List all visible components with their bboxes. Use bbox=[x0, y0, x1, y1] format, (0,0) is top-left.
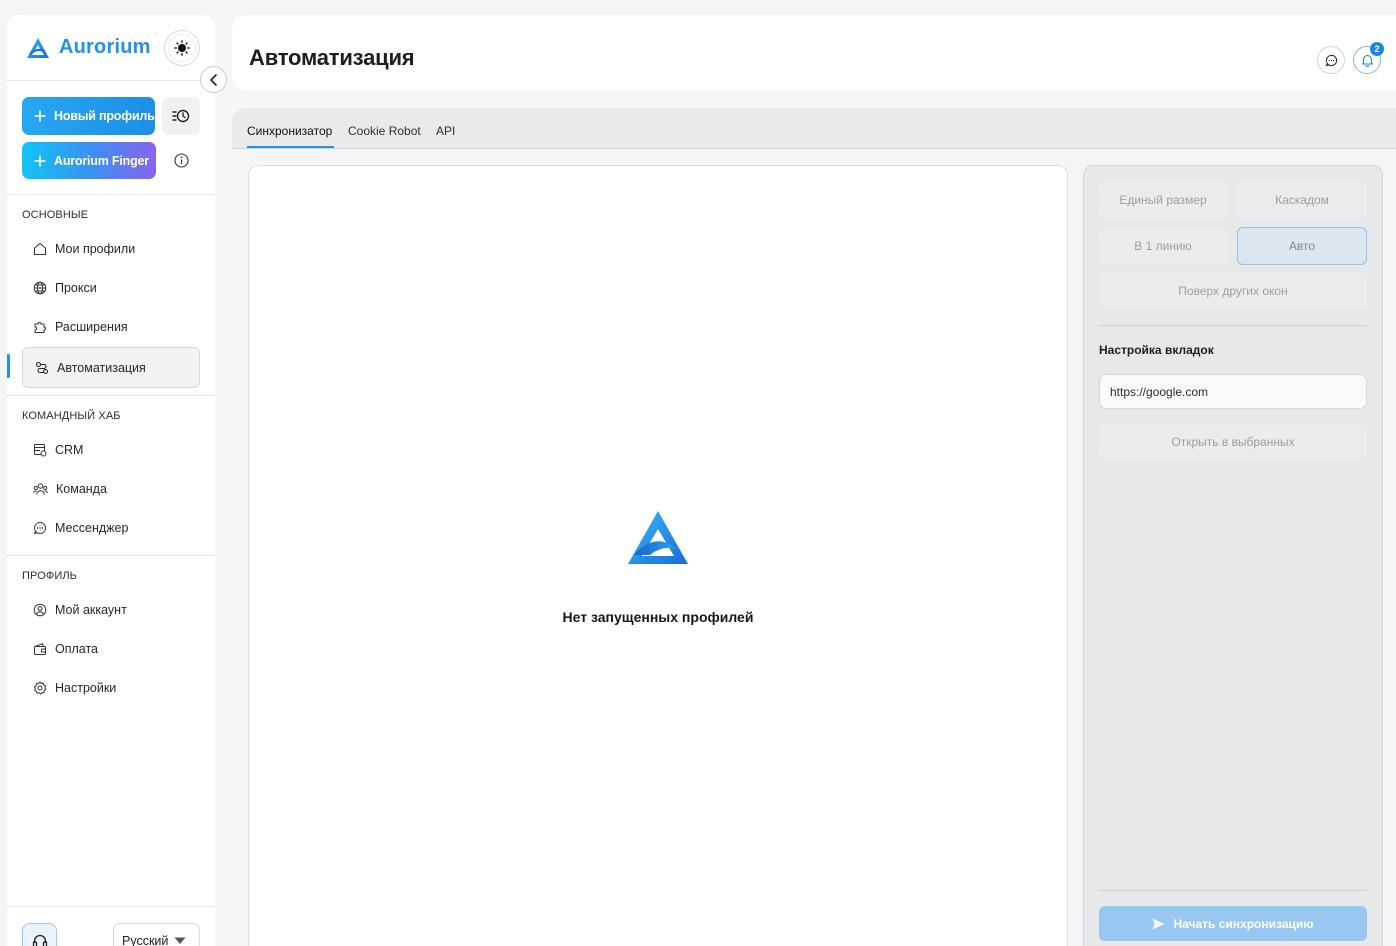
main-content: Синхронизатор Cookie Robot API Нет запущ… bbox=[232, 108, 1396, 946]
globe-icon bbox=[33, 281, 47, 295]
aurorium-logo-icon bbox=[26, 37, 50, 59]
sidebar-item-my-account[interactable]: Мой аккаунт bbox=[22, 592, 200, 628]
language-select[interactable]: Русский bbox=[113, 923, 200, 946]
sidebar-item-label: Автоматизация bbox=[57, 360, 146, 375]
sidebar-item-team[interactable]: Команда bbox=[22, 471, 200, 507]
sidebar-item-payment[interactable]: Оплата bbox=[22, 631, 200, 667]
bell-icon bbox=[1361, 53, 1374, 67]
info-icon bbox=[173, 153, 189, 168]
layout-auto-button[interactable]: Авто bbox=[1237, 227, 1367, 265]
messages-button[interactable] bbox=[1317, 46, 1345, 74]
info-button[interactable] bbox=[162, 142, 200, 179]
team-icon bbox=[33, 482, 48, 496]
sidebar-item-extensions[interactable]: Расширения bbox=[22, 309, 200, 345]
send-icon bbox=[1152, 918, 1165, 930]
sidebar-item-label: Оплата bbox=[55, 642, 98, 656]
account-icon bbox=[33, 603, 47, 617]
sidebar-item-proxy[interactable]: Прокси bbox=[22, 270, 200, 306]
brand[interactable]: Aurorium bbox=[26, 36, 151, 59]
notification-badge: 2 bbox=[1370, 42, 1384, 56]
language-value: Русский bbox=[122, 933, 169, 946]
chat-icon bbox=[1324, 54, 1338, 67]
aurorium-finger-button[interactable]: Aurorium Finger bbox=[22, 142, 156, 179]
sidebar: Aurorium Новый профиль Aurorium Finger О… bbox=[7, 15, 227, 946]
sidebar-item-label: Расширения bbox=[55, 320, 128, 334]
tabs-settings-label: Настройка вкладок bbox=[1099, 343, 1214, 357]
gear-icon bbox=[33, 681, 47, 695]
sidebar-item-automation[interactable]: Автоматизация bbox=[22, 347, 200, 388]
new-profile-label: Новый профиль bbox=[54, 109, 155, 123]
sun-icon bbox=[174, 40, 190, 56]
divider bbox=[7, 194, 215, 195]
crm-icon bbox=[33, 443, 47, 457]
sidebar-item-crm[interactable]: CRM bbox=[22, 432, 200, 468]
brand-name: Aurorium bbox=[59, 36, 151, 58]
sync-settings-panel: Единый размер Каскадом В 1 линию Авто По… bbox=[1083, 165, 1383, 946]
tab-synchronizer[interactable]: Синхронизатор bbox=[247, 124, 332, 138]
notifications-button[interactable]: 2 bbox=[1353, 42, 1384, 74]
theme-toggle-button[interactable] bbox=[164, 30, 200, 66]
aurorium-logo-icon bbox=[626, 509, 690, 567]
tab-content: Нет запущенных профилей Единый размер Ка… bbox=[232, 149, 1396, 946]
sidebar-item-label: Мои профили bbox=[55, 242, 136, 256]
start-sync-label: Начать синхронизацию bbox=[1173, 916, 1314, 931]
section-title-team-hub: КОМАНДНЫЙ ХАБ bbox=[22, 410, 121, 422]
sidebar-item-label: Команда bbox=[56, 482, 107, 496]
top-bar: Автоматизация 2 bbox=[232, 15, 1396, 90]
sidebar-item-label: Прокси bbox=[55, 281, 97, 295]
chat-icon bbox=[33, 521, 47, 535]
puzzle-icon bbox=[33, 320, 47, 334]
layout-cascade-button[interactable]: Каскадом bbox=[1237, 182, 1367, 218]
divider bbox=[7, 555, 215, 556]
collapse-sidebar-button[interactable] bbox=[200, 66, 227, 93]
history-icon bbox=[172, 109, 190, 123]
open-in-selected-button[interactable]: Открыть в выбранных bbox=[1099, 424, 1367, 459]
divider bbox=[7, 395, 215, 396]
empty-state-text: Нет запущенных профилей bbox=[562, 609, 754, 625]
headset-icon bbox=[32, 934, 48, 946]
divider bbox=[1099, 890, 1367, 891]
active-nav-marker bbox=[7, 354, 10, 378]
home-icon bbox=[33, 242, 47, 256]
sidebar-item-label: Настройки bbox=[55, 681, 117, 695]
sidebar-item-label: CRM bbox=[55, 443, 84, 457]
sidebar-item-my-profiles[interactable]: Мои профили bbox=[22, 231, 200, 267]
sidebar-item-label: Мессенджер bbox=[55, 521, 129, 535]
support-button[interactable] bbox=[22, 923, 57, 946]
tab-api[interactable]: API bbox=[436, 124, 455, 138]
section-title-main: ОСНОВНЫЕ bbox=[22, 209, 89, 221]
profiles-preview-panel: Нет запущенных профилей bbox=[248, 165, 1068, 946]
sidebar-item-label: Мой аккаунт bbox=[55, 603, 127, 617]
caret-down-icon bbox=[174, 937, 186, 945]
history-button[interactable] bbox=[162, 97, 200, 135]
tab-cookie-robot[interactable]: Cookie Robot bbox=[348, 124, 421, 138]
always-on-top-button[interactable]: Поверх других окон bbox=[1099, 273, 1367, 309]
start-sync-button[interactable]: Начать синхронизацию bbox=[1099, 906, 1367, 941]
divider bbox=[7, 80, 215, 81]
sidebar-item-settings[interactable]: Настройки bbox=[22, 670, 200, 706]
chevron-left-icon bbox=[209, 73, 219, 86]
tab-url-input[interactable] bbox=[1099, 374, 1367, 409]
layout-one-line-button[interactable]: В 1 линию bbox=[1099, 228, 1227, 264]
active-tab-indicator bbox=[247, 146, 334, 148]
plus-icon bbox=[34, 110, 46, 122]
sidebar-item-messenger[interactable]: Мессенджер bbox=[22, 510, 200, 546]
automation-icon bbox=[35, 361, 49, 375]
divider bbox=[7, 906, 215, 907]
layout-uniform-size-button[interactable]: Единый размер bbox=[1099, 182, 1227, 218]
section-title-profile: ПРОФИЛЬ bbox=[22, 570, 77, 582]
divider bbox=[1099, 325, 1367, 326]
tab-bar: Синхронизатор Cookie Robot API bbox=[232, 108, 1396, 149]
page-title: Автоматизация bbox=[249, 45, 415, 70]
aurorium-finger-label: Aurorium Finger bbox=[54, 153, 149, 168]
new-profile-button[interactable]: Новый профиль bbox=[22, 97, 155, 135]
plus-icon bbox=[34, 155, 46, 167]
wallet-icon bbox=[33, 642, 47, 656]
